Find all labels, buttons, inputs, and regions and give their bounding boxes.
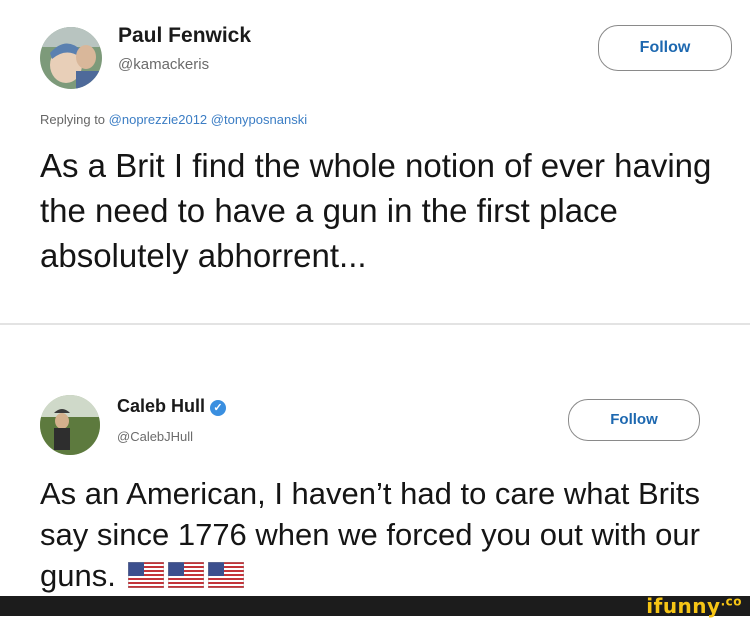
- avatar[interactable]: [40, 395, 100, 455]
- follow-button[interactable]: Follow: [568, 399, 700, 441]
- user-name[interactable]: Paul Fenwick: [118, 24, 251, 48]
- user-name-text[interactable]: Caleb Hull: [117, 396, 205, 416]
- tweet-card-2: Caleb Hull ✓ @CalebJHull Follow As an Ame…: [0, 325, 750, 596]
- user-handle[interactable]: @kamackeris: [118, 56, 209, 73]
- verified-badge-icon: ✓: [210, 400, 227, 416]
- avatar[interactable]: [40, 27, 102, 89]
- flag-us-icon: [208, 557, 245, 598]
- follow-button[interactable]: Follow: [598, 25, 732, 71]
- user-name[interactable]: Caleb Hull ✓: [117, 396, 227, 417]
- emoji-group: [124, 558, 245, 593]
- tweet-text: As a Brit I find the whole notion of eve…: [40, 147, 712, 274]
- watermark-bar: ifunny.co: [0, 594, 750, 618]
- brand-name: ifunny: [646, 594, 721, 618]
- tweet-text: As an American, I haven’t had to care wh…: [40, 473, 740, 598]
- user-handle[interactable]: @CalebJHull: [117, 429, 193, 444]
- brand-suffix: .co: [720, 594, 742, 609]
- tweet-card-1: Paul Fenwick @kamackeris Follow Replying…: [0, 0, 750, 324]
- reply-context: Replying to @noprezzie2012 @tonyposnansk…: [40, 112, 307, 127]
- flag-us-icon: [168, 557, 205, 598]
- flag-us-icon: [128, 557, 165, 598]
- brand-logo: ifunny.co: [646, 594, 742, 618]
- reply-prefix: Replying to: [40, 112, 106, 127]
- mention-link[interactable]: @tonyposnanski: [211, 112, 307, 127]
- mention-link[interactable]: @noprezzie2012: [109, 112, 207, 127]
